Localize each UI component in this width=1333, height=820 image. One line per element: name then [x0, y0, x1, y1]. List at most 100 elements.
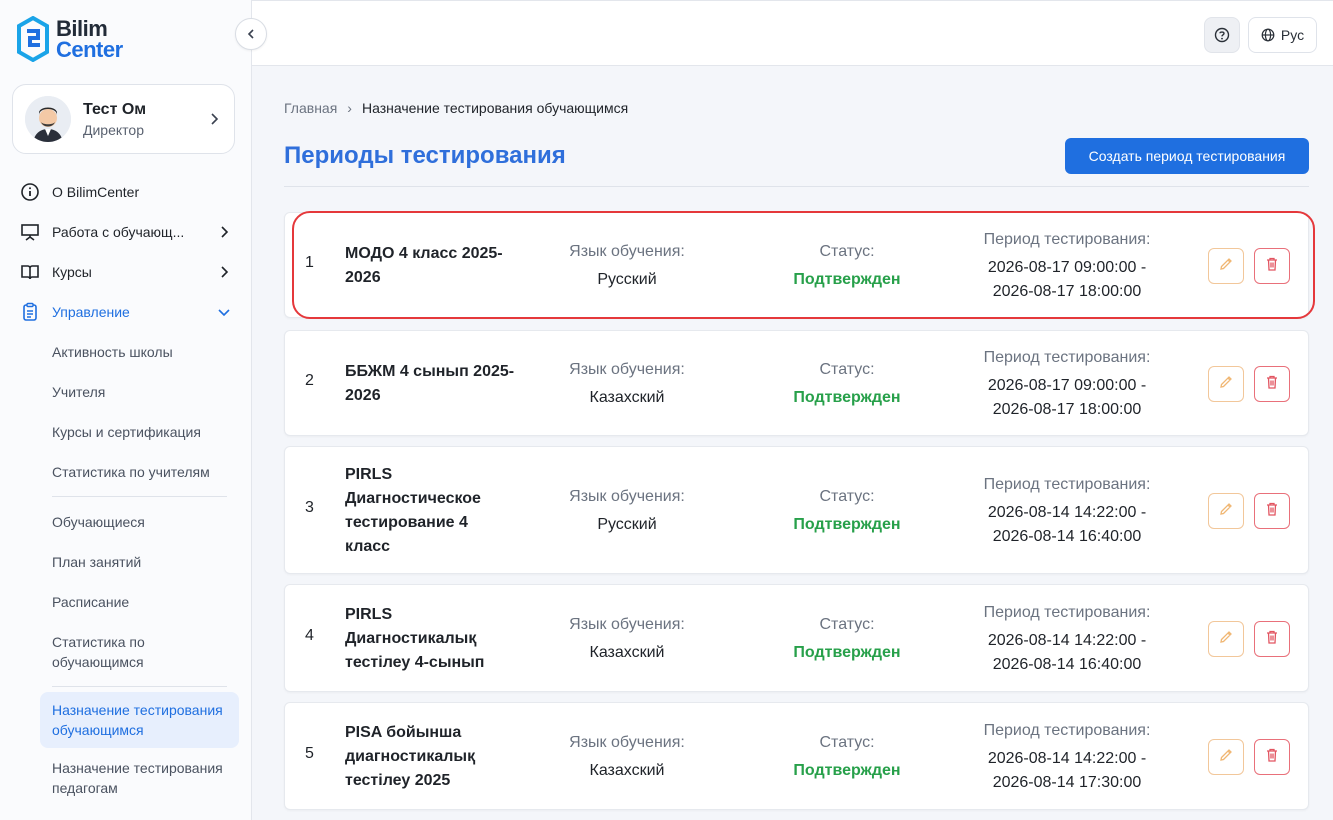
period-number: 1: [305, 254, 314, 271]
info-icon: [20, 182, 40, 202]
sidebar-subitem-lesson-plan[interactable]: План занятий: [52, 542, 227, 582]
chevron-left-icon: [247, 29, 254, 39]
brand-line2: Center: [56, 37, 123, 62]
submenu-divider: [52, 496, 227, 497]
period-start: 2026-08-17 09:00:00 -: [987, 377, 1147, 394]
period-number: 5: [305, 745, 314, 762]
brand-logo[interactable]: Bilim Center: [16, 16, 123, 62]
sidebar: Bilim Center Тест Ом Директор О BilimCen…: [0, 0, 252, 820]
sidebar-item-about[interactable]: О BilimCenter: [0, 172, 251, 212]
status-badge: Подтвержден: [793, 644, 901, 661]
sidebar-item-courses[interactable]: Курсы: [0, 252, 251, 292]
avatar: [25, 96, 71, 142]
language-column: Язык обучения: Казахский: [547, 731, 707, 783]
edit-button[interactable]: [1208, 248, 1244, 284]
language-label: Язык обучения:: [569, 243, 685, 260]
status-column: Статус: Подтвержден: [777, 613, 917, 665]
language-label: Язык обучения:: [569, 734, 685, 751]
period-end: 2026-08-17 18:00:00: [992, 401, 1142, 418]
sidebar-item-label: Работа с обучающ...: [52, 224, 185, 240]
status-column: Статус: Подтвержден: [777, 358, 917, 410]
breadcrumb-current: Назначение тестирования обучающимся: [361, 100, 629, 116]
period-name: PISA бойынша диагностикалық тестілеу 202…: [345, 724, 476, 789]
status-column: Статус: Подтвержден: [777, 485, 917, 537]
period-start: 2026-08-14 14:22:00 -: [987, 504, 1147, 521]
period-start: 2026-08-17 09:00:00 -: [987, 259, 1147, 276]
delete-button[interactable]: [1254, 621, 1290, 657]
trash-icon: [1264, 374, 1280, 395]
delete-button[interactable]: [1254, 248, 1290, 284]
period-end: 2026-08-17 18:00:00: [992, 283, 1142, 300]
period-card[interactable]: 1 МОДО 4 класс 2025-2026 Язык обучения: Рус…: [284, 212, 1309, 318]
delete-button[interactable]: [1254, 739, 1290, 775]
period-end: 2026-08-14 16:40:00: [992, 656, 1142, 673]
chevron-right-icon: [221, 226, 229, 238]
period-card[interactable]: 5 PISA бойынша диагностикалық тестілеу 20…: [284, 702, 1309, 810]
language-label: Рус: [1280, 27, 1305, 43]
language-value: Казахский: [589, 762, 665, 779]
sidebar-collapse-button[interactable]: [235, 18, 267, 50]
presentation-board-icon: [20, 222, 40, 242]
language-value: Русский: [597, 516, 657, 533]
breadcrumb-home[interactable]: Главная: [284, 100, 337, 116]
submenu-divider: [52, 686, 227, 687]
language-value: Казахский: [589, 644, 665, 661]
period-card[interactable]: 4 PIRLS Диагностикалық тестілеу 4-сынып Яз…: [284, 584, 1309, 692]
language-column: Язык обучения: Казахский: [547, 358, 707, 410]
period-name: PIRLS Диагностикалық тестілеу 4-сынып: [345, 606, 485, 671]
period-card[interactable]: 2 ББЖМ 4 сынып 2025-2026 Язык обучения: Каз…: [284, 330, 1309, 436]
management-submenu: Активность школы Учителя Курсы и сертифи…: [0, 332, 251, 808]
profile-card[interactable]: Тест Ом Директор: [12, 84, 235, 154]
edit-button[interactable]: [1208, 621, 1244, 657]
language-column: Язык обучения: Казахский: [547, 613, 707, 665]
language-selector[interactable]: Рус: [1248, 17, 1317, 53]
period-card[interactable]: 3 PIRLS Диагностическое тестирование 4 кл…: [284, 446, 1309, 574]
help-circle-icon: [1214, 27, 1230, 43]
user-avatar-icon: [25, 96, 71, 142]
period-column: Период тестирования: 2026-08-14 14:22:00 …: [957, 473, 1177, 549]
sidebar-subitem-assign-students[interactable]: Назначение тестирования обучающимся: [40, 692, 239, 748]
breadcrumb-separator: ›: [347, 100, 352, 116]
period-name: PIRLS Диагностическое тестирование 4 кла…: [345, 466, 481, 555]
status-label: Статус:: [819, 243, 875, 260]
period-column: Период тестирования: 2026-08-14 14:22:00 …: [957, 601, 1177, 677]
profile-role: Директор: [83, 121, 144, 138]
period-label: Период тестирования:: [983, 604, 1151, 621]
period-name: МОДО 4 класс 2025-2026: [345, 245, 503, 286]
sidebar-subitem-schedule[interactable]: Расписание: [52, 582, 227, 622]
pencil-icon: [1218, 256, 1234, 277]
sidebar-nav: О BilimCenter Работа с обучающ... Курсы …: [0, 172, 251, 808]
period-name: ББЖМ 4 сынып 2025-2026: [345, 363, 515, 404]
status-badge: Подтвержден: [793, 271, 901, 288]
edit-button[interactable]: [1208, 366, 1244, 402]
period-column: Период тестирования: 2026-08-14 14:22:00 …: [957, 719, 1177, 795]
edit-button[interactable]: [1208, 739, 1244, 775]
sidebar-subitem-courses-cert[interactable]: Курсы и сертификация: [52, 412, 227, 452]
sidebar-item-management[interactable]: Управление: [0, 292, 251, 332]
period-label: Период тестирования:: [983, 349, 1151, 366]
sidebar-subitem-student-stats[interactable]: Статистика по обучающимся: [52, 622, 227, 682]
delete-button[interactable]: [1254, 493, 1290, 529]
sidebar-subitem-students[interactable]: Обучающиеся: [52, 502, 227, 542]
period-start: 2026-08-14 14:22:00 -: [987, 750, 1147, 767]
period-end: 2026-08-14 17:30:00: [992, 774, 1142, 791]
create-period-button[interactable]: Создать период тестирования: [1065, 138, 1309, 174]
status-badge: Подтвержден: [793, 516, 901, 533]
help-button[interactable]: [1204, 17, 1240, 53]
status-badge: Подтвержден: [793, 762, 901, 779]
status-column: Статус: Подтвержден: [777, 240, 917, 292]
sidebar-subitem-assign-teachers[interactable]: Назначение тестирования педагогам: [52, 748, 227, 808]
delete-button[interactable]: [1254, 366, 1290, 402]
language-label: Язык обучения:: [569, 616, 685, 633]
sidebar-subitem-school-activity[interactable]: Активность школы: [52, 332, 227, 372]
pencil-icon: [1218, 747, 1234, 768]
sidebar-subitem-teacher-stats[interactable]: Статистика по учителям: [52, 452, 227, 492]
period-column: Период тестирования: 2026-08-17 09:00:00 …: [957, 346, 1177, 422]
sidebar-subitem-teachers[interactable]: Учителя: [52, 372, 227, 412]
sidebar-item-students-work[interactable]: Работа с обучающ...: [0, 212, 251, 252]
language-column: Язык обучения: Русский: [547, 240, 707, 292]
bilim-logo-icon: [17, 16, 49, 62]
edit-button[interactable]: [1208, 493, 1244, 529]
period-label: Период тестирования:: [983, 231, 1151, 248]
status-label: Статус:: [819, 734, 875, 751]
